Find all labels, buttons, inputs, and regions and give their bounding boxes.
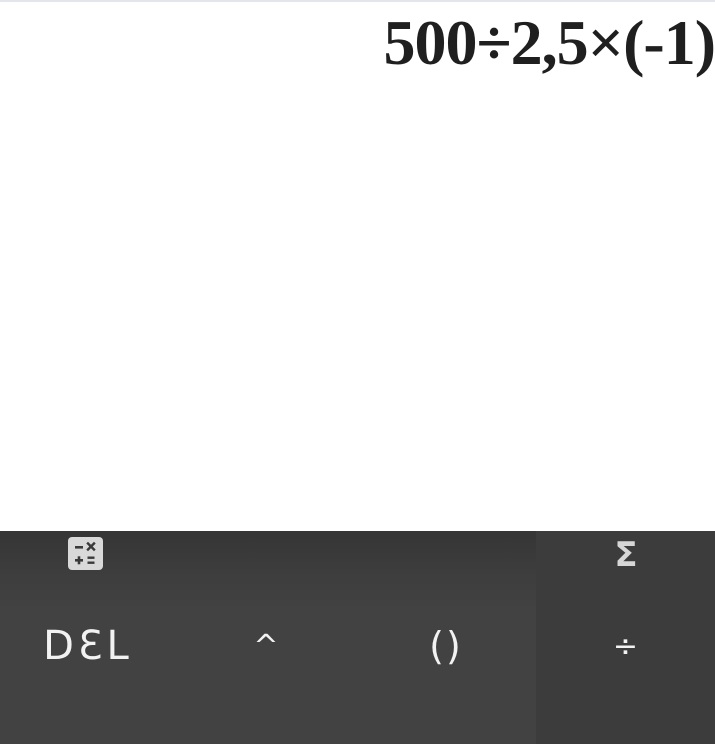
top-divider — [0, 0, 715, 2]
calculator-app: 500÷2,5×(-1) Σ DƐL ^ () ÷ — [0, 0, 715, 744]
sigma-icon[interactable]: Σ — [607, 535, 645, 575]
display-area: 500÷2,5×(-1) — [0, 0, 715, 531]
parentheses-button[interactable]: () — [356, 611, 536, 681]
power-button[interactable]: ^ — [176, 611, 356, 681]
divide-button[interactable]: ÷ — [536, 611, 715, 681]
calculator-icon[interactable] — [68, 537, 103, 570]
expression-text[interactable]: 500÷2,5×(-1) — [383, 6, 715, 80]
calculator-glyph — [75, 541, 96, 565]
delete-button[interactable]: DƐL — [0, 611, 176, 681]
keypad: Σ DƐL ^ () ÷ — [0, 531, 715, 744]
